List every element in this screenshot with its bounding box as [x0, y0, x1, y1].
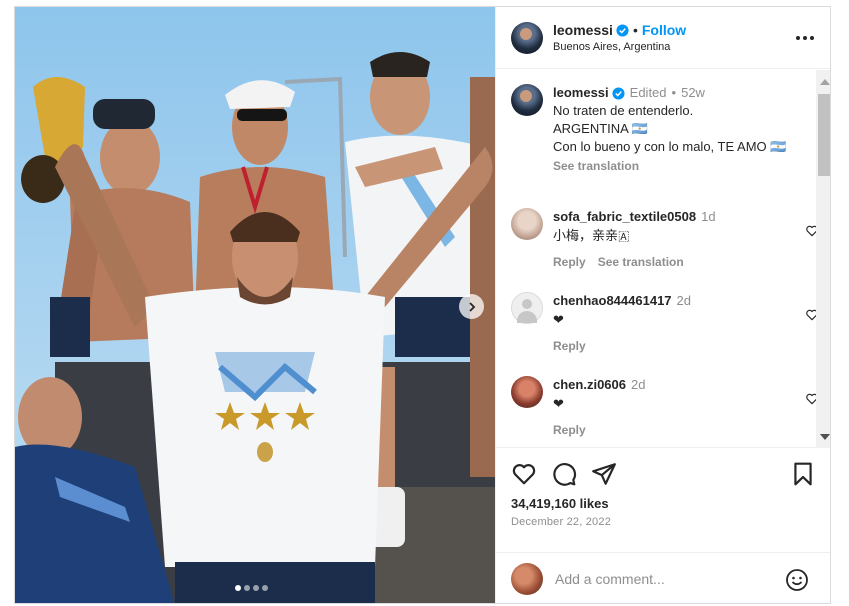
comments-scrollbar[interactable]: [816, 70, 830, 447]
caption-username[interactable]: leomessi: [553, 84, 609, 102]
like-heart-icon[interactable]: [511, 461, 537, 487]
separator-dot: •: [632, 22, 638, 38]
carousel-indicator: [235, 585, 268, 591]
post-header: leomessi • Follow Buenos Aires, Argentin…: [496, 7, 830, 69]
see-translation-link[interactable]: See translation: [553, 157, 786, 175]
carousel-next-button[interactable]: [459, 294, 484, 319]
share-send-icon[interactable]: [591, 461, 617, 487]
carousel-dot: [262, 585, 268, 591]
caption-avatar[interactable]: [511, 84, 543, 116]
emoji-smiley-icon[interactable]: [785, 568, 809, 592]
likes-count[interactable]: 34,419,160 likes: [511, 496, 609, 511]
more-options-button[interactable]: [796, 29, 814, 47]
add-comment-bar: [496, 552, 830, 603]
verified-badge-icon: [612, 86, 625, 100]
comment-item: chen.zi0606 2d ❤ Reply: [511, 376, 818, 439]
post-location[interactable]: Buenos Aires, Argentina: [553, 41, 686, 53]
comment-item: sofa_fabric_textile0508 1d 小梅，亲亲🇦 Reply …: [511, 208, 818, 271]
follow-button[interactable]: Follow: [642, 22, 686, 38]
carousel-dot: [253, 585, 259, 591]
comment-text: ❤: [553, 312, 564, 327]
commenter-avatar[interactable]: [511, 376, 543, 408]
comment-age: 2d: [631, 377, 646, 392]
post-actions: [496, 455, 830, 495]
reply-button[interactable]: Reply: [553, 337, 586, 355]
separator-dot: •: [671, 85, 677, 100]
comment-age: 2d: [676, 293, 691, 308]
current-user-avatar: [511, 563, 543, 595]
comment-text: ❤: [553, 396, 564, 411]
caption-age: 52w: [681, 85, 705, 100]
post-photo[interactable]: [15, 7, 495, 603]
caption-line: ARGENTINA 🇦🇷: [553, 121, 648, 136]
verified-badge-icon: [616, 23, 629, 37]
post-sidebar: leomessi • Follow Buenos Aires, Argentin…: [495, 7, 830, 603]
more-dots-icon: [796, 36, 800, 40]
commenter-username[interactable]: sofa_fabric_textile0508: [553, 208, 696, 226]
chevron-right-icon: [468, 301, 475, 312]
post-modal: leomessi • Follow Buenos Aires, Argentin…: [14, 6, 831, 604]
post-caption: leomessi Edited • 52w No traten de enten…: [511, 84, 811, 175]
add-comment-input[interactable]: [555, 571, 775, 587]
save-bookmark-icon[interactable]: [790, 461, 816, 487]
commenter-avatar[interactable]: [511, 292, 543, 324]
scroll-up-arrow-icon[interactable]: [820, 79, 830, 85]
comments-list[interactable]: leomessi Edited • 52w No traten de enten…: [496, 70, 830, 448]
scroll-down-arrow-icon[interactable]: [820, 434, 830, 440]
comment-age: 1d: [701, 209, 716, 224]
post-date: December 22, 2022: [511, 516, 612, 528]
commenter-username[interactable]: chen.zi0606: [553, 376, 626, 394]
reply-button[interactable]: Reply: [553, 253, 586, 271]
comment-bubble-icon[interactable]: [551, 461, 577, 487]
scrollbar-thumb[interactable]: [818, 94, 830, 176]
commenter-avatar[interactable]: [511, 208, 543, 240]
author-username[interactable]: leomessi: [553, 22, 613, 38]
commenter-username[interactable]: chenhao844461417: [553, 292, 672, 310]
edited-label: Edited: [629, 85, 667, 100]
caption-line: Con lo bueno y con lo malo, TE AMO 🇦🇷: [553, 139, 787, 154]
carousel-dot: [235, 585, 241, 591]
see-translation-link[interactable]: See translation: [598, 253, 684, 271]
photo-illustration: [15, 7, 495, 603]
comment-text: 小梅，亲亲🇦: [553, 228, 630, 243]
carousel-dot: [244, 585, 250, 591]
comment-item: chenhao844461417 2d ❤ Reply: [511, 292, 818, 355]
author-avatar[interactable]: [511, 21, 543, 54]
caption-line: No traten de entenderlo.: [553, 103, 694, 118]
reply-button[interactable]: Reply: [553, 421, 586, 439]
